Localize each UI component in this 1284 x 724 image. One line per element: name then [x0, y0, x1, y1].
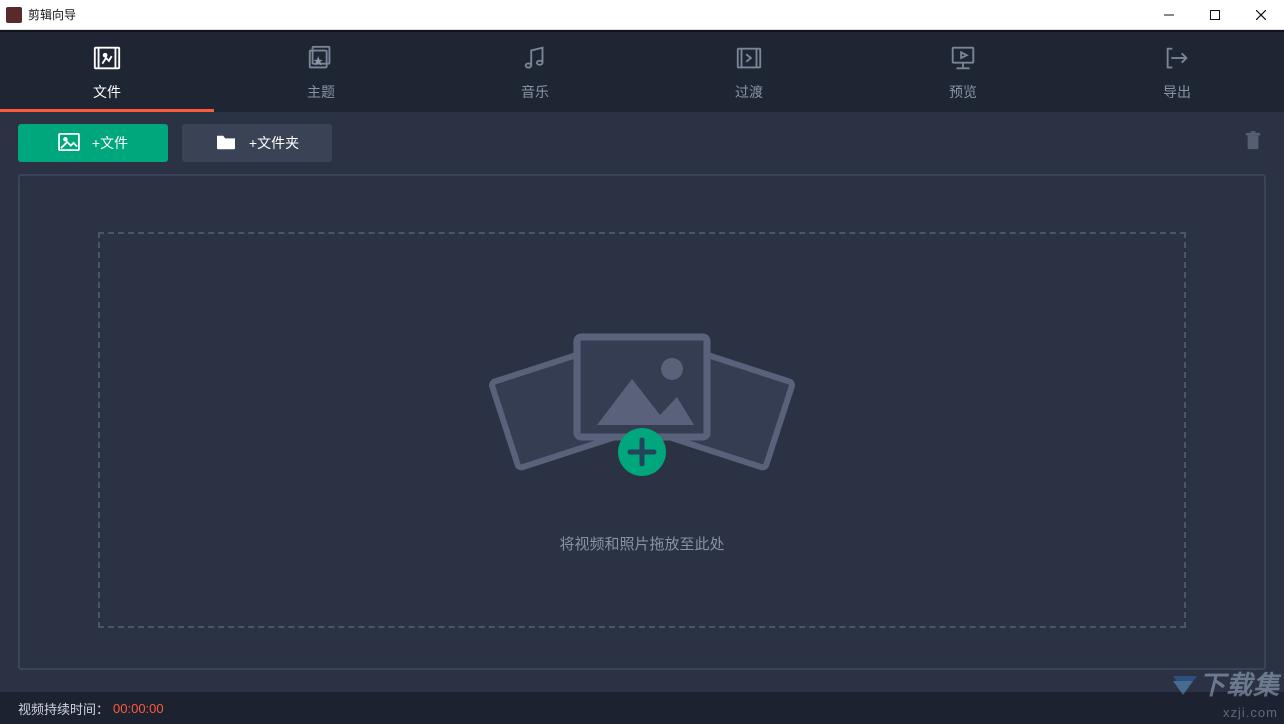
tab-label: 导出: [1163, 82, 1191, 102]
tab-files[interactable]: 文件: [0, 32, 214, 112]
drop-illustration-icon: [472, 307, 812, 507]
tab-music[interactable]: 音乐: [428, 32, 642, 112]
transition-icon: [733, 42, 765, 74]
export-icon: [1161, 42, 1193, 74]
tab-label: 音乐: [521, 82, 549, 102]
folder-icon: [215, 133, 237, 154]
maximize-button[interactable]: [1192, 0, 1238, 29]
theme-icon: [305, 42, 337, 74]
tab-label: 文件: [93, 82, 121, 102]
add-folder-button[interactable]: +文件夹: [182, 124, 332, 162]
close-button[interactable]: [1238, 0, 1284, 29]
minimize-button[interactable]: [1146, 0, 1192, 29]
button-label: +文件: [92, 133, 128, 153]
media-panel: 将视频和照片拖放至此处: [18, 174, 1266, 670]
tab-label: 主题: [307, 82, 335, 102]
tab-label: 过渡: [735, 82, 763, 102]
window-controls: [1146, 0, 1284, 29]
preview-icon: [947, 42, 979, 74]
drop-zone[interactable]: 将视频和照片拖放至此处: [98, 232, 1186, 628]
button-label: +文件夹: [249, 133, 299, 153]
wizard-nav: 文件 主题 音乐: [0, 30, 1284, 112]
trash-icon: [1244, 131, 1262, 156]
tab-preview[interactable]: 预览: [856, 32, 1070, 112]
delete-button[interactable]: [1240, 124, 1266, 162]
music-icon: [519, 42, 551, 74]
tab-export[interactable]: 导出: [1070, 32, 1284, 112]
add-file-button[interactable]: +文件: [18, 124, 168, 162]
tab-transition[interactable]: 过渡: [642, 32, 856, 112]
duration-value: 00:00:00: [113, 701, 164, 716]
drop-hint: 将视频和照片拖放至此处: [559, 533, 724, 554]
files-icon: [91, 42, 123, 74]
title-bar: 剪辑向导: [0, 0, 1284, 30]
image-icon: [58, 133, 80, 154]
duration-label: 视频持续时间：: [18, 699, 109, 718]
status-bar: 视频持续时间： 00:00:00: [0, 692, 1284, 724]
tab-theme[interactable]: 主题: [214, 32, 428, 112]
toolbar: +文件 +文件夹: [18, 124, 1266, 162]
tab-label: 预览: [949, 82, 977, 102]
app-icon: [6, 7, 22, 23]
window-title: 剪辑向导: [28, 6, 76, 23]
